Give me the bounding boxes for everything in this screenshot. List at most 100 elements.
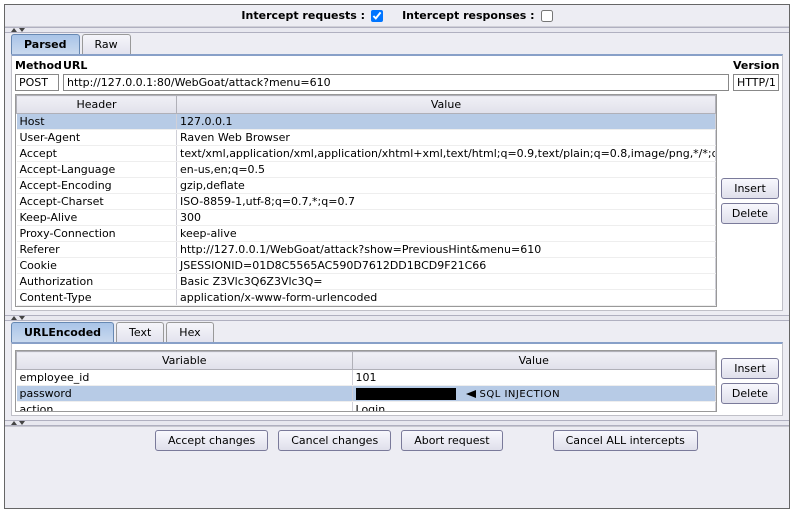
header-name: Authorization bbox=[17, 274, 177, 290]
var-value: SQL INJECTION bbox=[352, 386, 715, 402]
header-name: Accept bbox=[17, 146, 177, 162]
table-row[interactable]: Refererhttp://127.0.0.1/WebGoat/attack?s… bbox=[17, 242, 716, 258]
tab-hex[interactable]: Hex bbox=[166, 322, 213, 342]
header-value: keep-alive bbox=[177, 226, 716, 242]
header-col-name[interactable]: Header bbox=[17, 96, 177, 114]
table-row[interactable]: Host127.0.0.1 bbox=[17, 114, 716, 130]
table-row[interactable]: Content-Typeapplication/x-www-form-urlen… bbox=[17, 290, 716, 306]
headers-table-region[interactable]: Header Value Host127.0.0.1User-AgentRave… bbox=[15, 94, 717, 307]
header-name: Accept-Charset bbox=[17, 194, 177, 210]
cancel-all-intercepts-button[interactable]: Cancel ALL intercepts bbox=[553, 430, 698, 451]
tab-parsed[interactable]: Parsed bbox=[11, 34, 80, 54]
request-labels: Method URL Version bbox=[15, 59, 779, 72]
vars-insert-button[interactable]: Insert bbox=[721, 358, 779, 379]
headers-buttons: Insert Delete bbox=[721, 94, 779, 307]
url-input[interactable] bbox=[63, 74, 729, 91]
table-row[interactable]: Content-length38 bbox=[17, 306, 716, 308]
triangle-down-icon bbox=[19, 421, 25, 425]
intercept-responses-label: Intercept responses : bbox=[402, 9, 535, 22]
method-label: Method bbox=[15, 59, 59, 72]
table-row[interactable]: Accept-Encodinggzip,deflate bbox=[17, 178, 716, 194]
intercept-responses-checkbox[interactable] bbox=[541, 10, 553, 22]
var-value: Login bbox=[352, 402, 715, 413]
method-input[interactable] bbox=[15, 74, 59, 91]
table-row[interactable]: Keep-Alive300 bbox=[17, 210, 716, 226]
table-row[interactable]: Proxy-Connectionkeep-alive bbox=[17, 226, 716, 242]
intercept-toolbar: Intercept requests : Intercept responses… bbox=[5, 5, 789, 27]
header-name: Proxy-Connection bbox=[17, 226, 177, 242]
action-bar: Accept changes Cancel changes Abort requ… bbox=[5, 426, 789, 454]
split-handle-top[interactable] bbox=[5, 27, 789, 33]
app-frame: Intercept requests : Intercept responses… bbox=[4, 4, 790, 509]
header-value: Raven Web Browser bbox=[177, 130, 716, 146]
cancel-changes-button[interactable]: Cancel changes bbox=[278, 430, 391, 451]
header-value: JSESSIONID=01D8C5565AC590D7612DD1BCD9F21… bbox=[177, 258, 716, 274]
header-name: Referer bbox=[17, 242, 177, 258]
header-value: Basic Z3Vlc3Q6Z3Vlc3Q= bbox=[177, 274, 716, 290]
split-handle-mid[interactable] bbox=[5, 315, 789, 321]
headers-delete-button[interactable]: Delete bbox=[721, 203, 779, 224]
url-label: URL bbox=[63, 59, 729, 72]
header-value: application/x-www-form-urlencoded bbox=[177, 290, 716, 306]
lower-tabs: URLEncodedTextHex bbox=[5, 321, 789, 342]
vars-wrap: Variable Value employee_id101password SQL… bbox=[15, 350, 779, 412]
header-name: Cookie bbox=[17, 258, 177, 274]
header-value: ISO-8859-1,utf-8;q=0.7,*;q=0.7 bbox=[177, 194, 716, 210]
intercept-requests-label: Intercept requests : bbox=[241, 9, 365, 22]
table-row[interactable]: Accept-CharsetISO-8859-1,utf-8;q=0.7,*;q… bbox=[17, 194, 716, 210]
redacted-block bbox=[356, 388, 456, 400]
split-handle-bottom[interactable] bbox=[5, 420, 789, 426]
table-row[interactable]: password SQL INJECTION bbox=[17, 386, 716, 402]
var-name: employee_id bbox=[17, 370, 353, 386]
upper-tabs: ParsedRaw bbox=[5, 33, 789, 54]
header-value: gzip,deflate bbox=[177, 178, 716, 194]
table-row[interactable]: employee_id101 bbox=[17, 370, 716, 386]
tab-text[interactable]: Text bbox=[116, 322, 164, 342]
tab-raw[interactable]: Raw bbox=[82, 34, 131, 54]
var-name: password bbox=[17, 386, 353, 402]
table-row[interactable]: Accept-Languageen-us,en;q=0.5 bbox=[17, 162, 716, 178]
var-col-value[interactable]: Value bbox=[352, 352, 715, 370]
header-name: Content-Type bbox=[17, 290, 177, 306]
header-value: 38 bbox=[177, 306, 716, 308]
abort-request-button[interactable]: Abort request bbox=[401, 430, 502, 451]
table-row[interactable]: actionLogin bbox=[17, 402, 716, 413]
version-input[interactable] bbox=[733, 74, 779, 91]
body-panel: Variable Value employee_id101password SQL… bbox=[11, 342, 783, 416]
headers-table: Header Value Host127.0.0.1User-AgentRave… bbox=[16, 95, 716, 307]
vars-table: Variable Value employee_id101password SQL… bbox=[16, 351, 716, 412]
intercept-requests-checkbox[interactable] bbox=[371, 10, 383, 22]
table-row[interactable]: Accepttext/xml,application/xml,applicati… bbox=[17, 146, 716, 162]
header-value: text/xml,application/xml,application/xht… bbox=[177, 146, 716, 162]
header-name: Host bbox=[17, 114, 177, 130]
request-fields bbox=[15, 74, 779, 91]
header-col-value[interactable]: Value bbox=[177, 96, 716, 114]
vars-delete-button[interactable]: Delete bbox=[721, 383, 779, 404]
triangle-down-icon bbox=[19, 28, 25, 32]
annotation-text: SQL INJECTION bbox=[480, 389, 561, 400]
triangle-down-icon bbox=[19, 316, 25, 320]
table-row[interactable]: User-AgentRaven Web Browser bbox=[17, 130, 716, 146]
triangle-up-icon bbox=[11, 421, 17, 425]
header-name: Keep-Alive bbox=[17, 210, 177, 226]
vars-buttons: Insert Delete bbox=[721, 350, 779, 412]
vars-table-region[interactable]: Variable Value employee_id101password SQL… bbox=[15, 350, 717, 412]
header-name: Accept-Encoding bbox=[17, 178, 177, 194]
tab-urlencoded[interactable]: URLEncoded bbox=[11, 322, 114, 342]
headers-insert-button[interactable]: Insert bbox=[721, 178, 779, 199]
headers-wrap: Header Value Host127.0.0.1User-AgentRave… bbox=[15, 94, 779, 307]
request-panel: Method URL Version Header Value Host127.… bbox=[11, 54, 783, 311]
triangle-up-icon bbox=[11, 28, 17, 32]
var-col-name[interactable]: Variable bbox=[17, 352, 353, 370]
var-value: 101 bbox=[352, 370, 715, 386]
header-value: en-us,en;q=0.5 bbox=[177, 162, 716, 178]
header-name: User-Agent bbox=[17, 130, 177, 146]
table-row[interactable]: CookieJSESSIONID=01D8C5565AC590D7612DD1B… bbox=[17, 258, 716, 274]
triangle-up-icon bbox=[11, 316, 17, 320]
version-label: Version bbox=[733, 59, 779, 72]
header-value: 127.0.0.1 bbox=[177, 114, 716, 130]
table-row[interactable]: AuthorizationBasic Z3Vlc3Q6Z3Vlc3Q= bbox=[17, 274, 716, 290]
header-value: http://127.0.0.1/WebGoat/attack?show=Pre… bbox=[177, 242, 716, 258]
header-value: 300 bbox=[177, 210, 716, 226]
accept-changes-button[interactable]: Accept changes bbox=[155, 430, 268, 451]
